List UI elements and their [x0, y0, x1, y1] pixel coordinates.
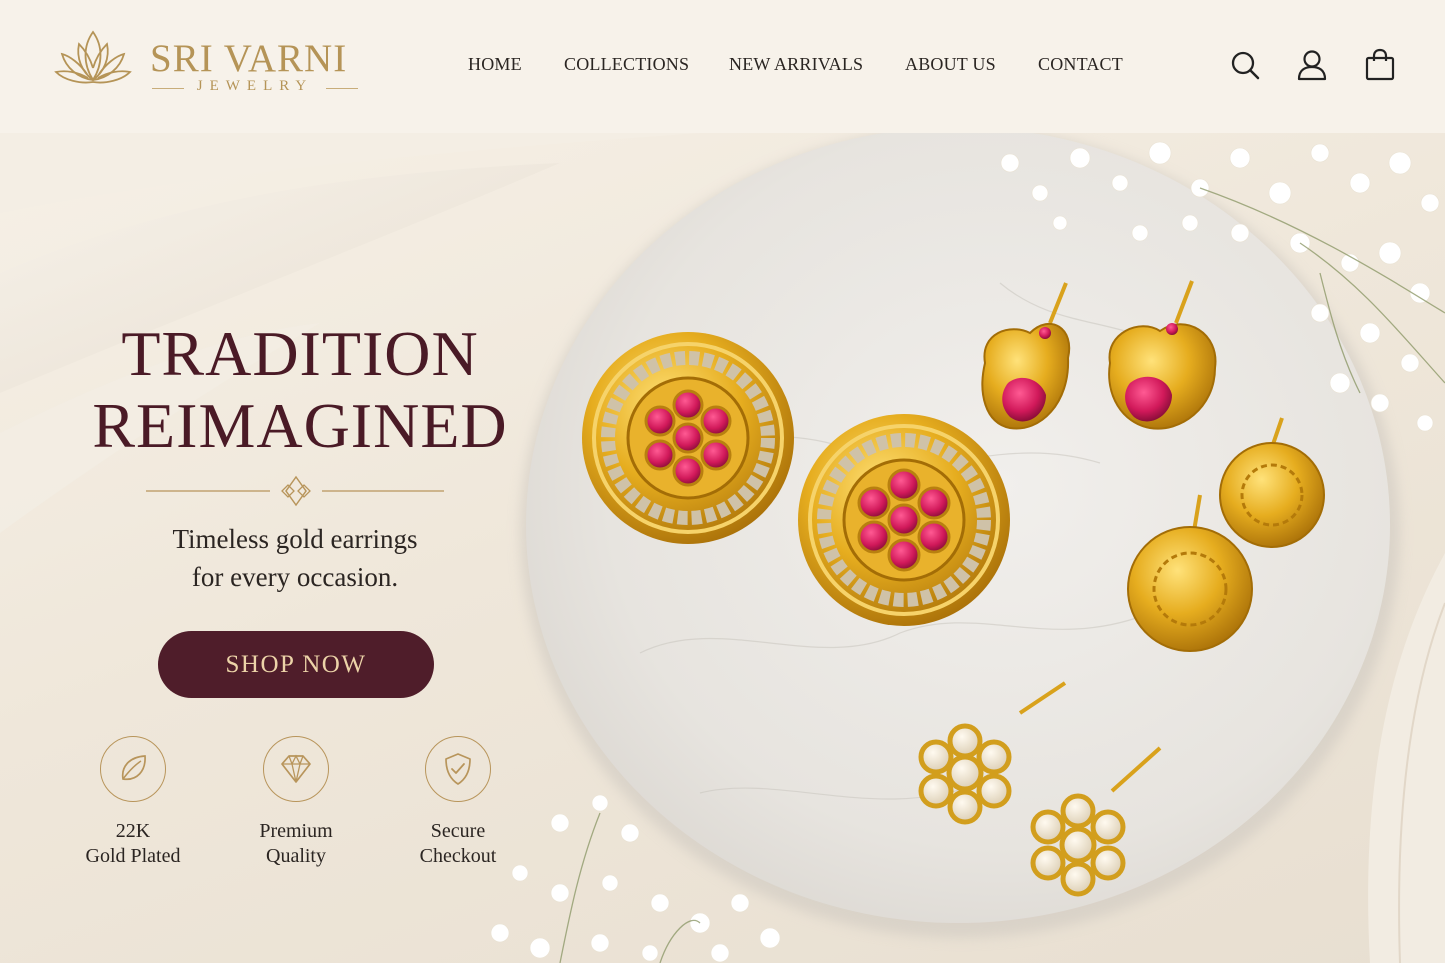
- feature-premium-quality: Premium Quality: [216, 736, 376, 869]
- lotus-logo-icon: [54, 30, 132, 84]
- shopping-bag-icon[interactable]: [1364, 48, 1396, 82]
- feature-secure-checkout-line1: Secure: [430, 820, 486, 842]
- feature-icon-circle: [425, 736, 491, 802]
- nav-home[interactable]: HOME: [468, 54, 522, 75]
- hero-headline-line2: REIMAGINED: [92, 390, 508, 461]
- brand-logo[interactable]: SRI VARNI JEWELRY: [52, 22, 372, 102]
- diamond-icon: [281, 754, 311, 783]
- shield-check-icon: [445, 753, 471, 785]
- hero-tagline-line1: Timeless gold earrings: [172, 524, 418, 554]
- site-header: SRI VARNI JEWELRY HOME COLLECTIONS NEW A…: [0, 0, 1445, 133]
- search-icon[interactable]: [1229, 48, 1261, 82]
- feature-gold-plated: 22K Gold Plated: [53, 736, 213, 869]
- ornament-divider: [146, 475, 444, 507]
- nav-contact[interactable]: CONTACT: [1038, 54, 1123, 75]
- feature-premium-quality-line2: Quality: [266, 845, 326, 867]
- nav-about-us[interactable]: ABOUT US: [905, 54, 996, 75]
- earring-ruby-stud-right: [798, 414, 1010, 626]
- nav-new-arrivals[interactable]: NEW ARRIVALS: [729, 54, 863, 75]
- feature-premium-quality-line1: Premium: [259, 820, 333, 842]
- hero-tagline-line2: for every occasion.: [191, 562, 399, 592]
- feature-icon-circle: [263, 736, 329, 802]
- hero-tagline: Timeless gold earrings for every occasio…: [95, 520, 495, 596]
- feature-secure-checkout: Secure Checkout: [378, 736, 538, 869]
- feature-secure-checkout-line2: Checkout: [419, 845, 497, 867]
- brand-subtitle: JEWELRY: [196, 78, 314, 94]
- shop-now-button[interactable]: SHOP NOW: [158, 631, 434, 698]
- feature-gold-plated-line1: 22K: [115, 820, 151, 842]
- nav-collections[interactable]: COLLECTIONS: [564, 54, 689, 75]
- account-icon[interactable]: [1296, 48, 1328, 82]
- feature-icon-circle: [100, 736, 166, 802]
- earring-ruby-stud-left: [582, 332, 794, 544]
- brand-name: SRI VARNI: [150, 37, 348, 80]
- leaf-icon: [121, 755, 146, 781]
- hero-headline-line1: TRADITION: [121, 318, 479, 389]
- feature-gold-plated-line2: Gold Plated: [85, 845, 181, 867]
